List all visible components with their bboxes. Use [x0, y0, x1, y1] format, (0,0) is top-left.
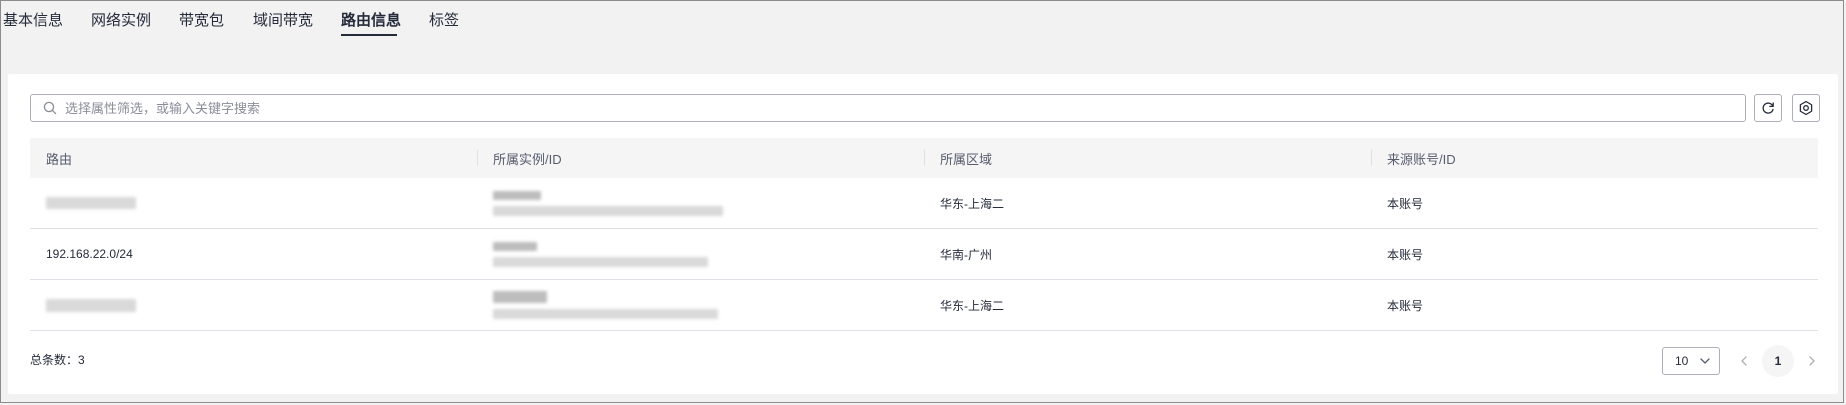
redacted-instance-name — [493, 291, 547, 303]
column-header-route: 路由 — [46, 151, 73, 167]
page-size-select[interactable]: 10 — [1662, 347, 1720, 375]
column-header-instance: 所属实例/ID — [477, 138, 924, 178]
route-cell: 192.168.22.0/24 — [46, 247, 133, 261]
redacted-route — [46, 298, 136, 312]
chevron-right-icon — [1806, 355, 1818, 367]
redacted-instance-id — [493, 309, 718, 319]
pagination: 10 1 — [1662, 345, 1826, 377]
redacted-instance-name — [493, 241, 537, 251]
account-cell: 本账号 — [1387, 196, 1424, 211]
route-table: 路由 所属实例/ID 所属区域 来源账号/ID 华东-上海二 本账号 192.1… — [30, 138, 1818, 331]
instance-cell — [477, 178, 924, 228]
chevron-left-icon — [1738, 355, 1750, 367]
search-icon — [43, 101, 57, 115]
region-cell: 华东-上海二 — [940, 298, 1004, 313]
tab-tags[interactable]: 标签 — [429, 9, 459, 30]
refresh-icon — [1760, 100, 1776, 116]
chevron-down-icon — [1699, 355, 1711, 367]
page-size-value: 10 — [1675, 354, 1689, 368]
search-input[interactable] — [63, 99, 1745, 117]
settings-button[interactable] — [1792, 94, 1820, 122]
route-cell — [30, 280, 477, 330]
page-number-current[interactable]: 1 — [1762, 345, 1794, 377]
table-row: 192.168.22.0/24 华南-广州 本账号 — [30, 229, 1818, 280]
search-box[interactable] — [30, 94, 1746, 122]
tab-route-info[interactable]: 路由信息 — [341, 9, 401, 30]
account-cell: 本账号 — [1387, 247, 1424, 262]
tab-basic-info[interactable]: 基本信息 — [3, 9, 63, 30]
column-header-account: 来源账号/ID — [1371, 138, 1818, 178]
route-info-panel: 路由 所属实例/ID 所属区域 来源账号/ID 华东-上海二 本账号 192.1… — [8, 74, 1838, 394]
tab-bar: 基本信息 网络实例 带宽包 域间带宽 路由信息 标签 — [0, 0, 1846, 40]
column-header-region: 所属区域 — [924, 138, 1371, 178]
previous-page-button[interactable] — [1730, 347, 1758, 375]
table-header: 路由 所属实例/ID 所属区域 来源账号/ID — [30, 138, 1818, 178]
redacted-instance-name — [493, 190, 541, 200]
tab-inter-region-bandwidth[interactable]: 域间带宽 — [253, 9, 313, 30]
redacted-route — [46, 197, 136, 209]
refresh-button[interactable] — [1754, 94, 1782, 122]
table-row: 华东-上海二 本账号 — [30, 280, 1818, 331]
settings-icon — [1798, 100, 1814, 116]
redacted-instance-id — [493, 205, 723, 216]
tab-network-instances[interactable]: 网络实例 — [91, 9, 151, 30]
redacted-instance-id — [493, 256, 708, 267]
route-cell — [30, 178, 477, 228]
next-page-button[interactable] — [1798, 347, 1826, 375]
instance-cell — [477, 229, 924, 279]
tab-bandwidth-package[interactable]: 带宽包 — [179, 9, 224, 30]
region-cell: 华南-广州 — [940, 247, 992, 262]
region-cell: 华东-上海二 — [940, 196, 1004, 211]
active-tab-indicator — [341, 34, 397, 36]
instance-cell — [477, 280, 924, 330]
total-count: 总条数：3 — [30, 353, 85, 367]
account-cell: 本账号 — [1387, 298, 1424, 313]
table-row: 华东-上海二 本账号 — [30, 178, 1818, 229]
